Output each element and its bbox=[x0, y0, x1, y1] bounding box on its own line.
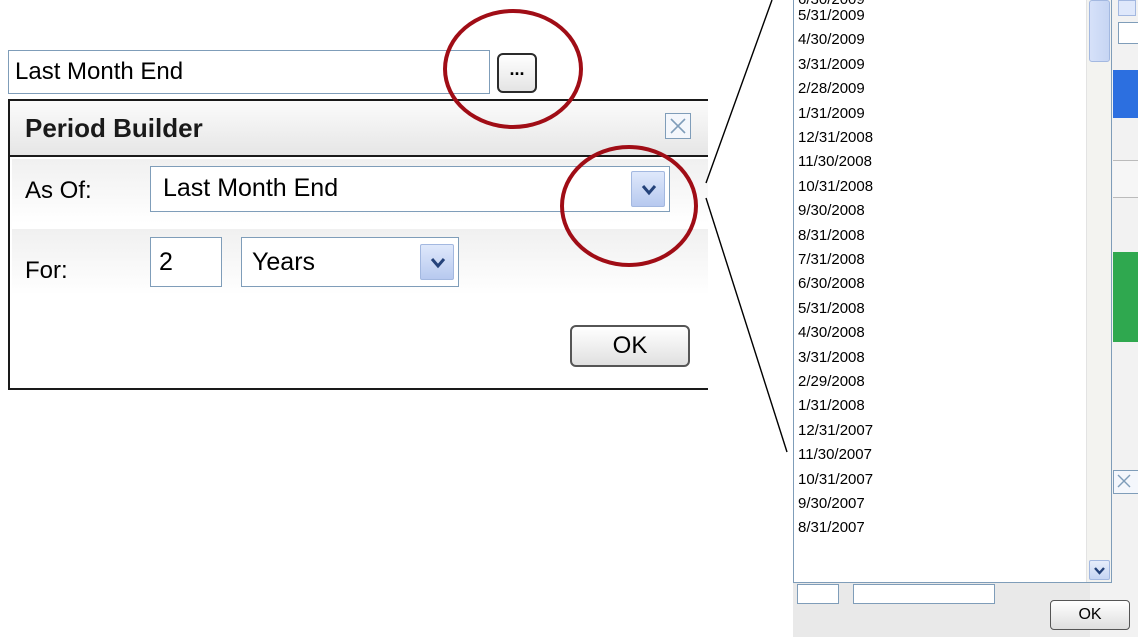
background-unit-select bbox=[853, 584, 995, 604]
list-item[interactable]: 10/31/2007 bbox=[798, 471, 873, 488]
close-icon[interactable] bbox=[665, 113, 691, 139]
list-item[interactable]: 1/31/2009 bbox=[798, 105, 865, 122]
background-number-input bbox=[797, 584, 839, 604]
list-scrollbar[interactable] bbox=[1086, 0, 1111, 582]
list-item[interactable]: 4/30/2008 bbox=[798, 324, 865, 341]
chevron-down-icon[interactable] bbox=[420, 244, 454, 280]
for-number-input[interactable]: 2 bbox=[150, 237, 222, 287]
list-item[interactable]: 8/31/2007 bbox=[798, 519, 865, 536]
highlight-circle-ellipsis bbox=[443, 9, 583, 129]
list-item[interactable]: 5/31/2008 bbox=[798, 300, 865, 317]
scroll-down-icon[interactable] bbox=[1089, 560, 1110, 580]
background-blue-bar bbox=[1113, 70, 1138, 118]
background-row bbox=[1113, 160, 1138, 198]
list-item[interactable]: 3/31/2008 bbox=[798, 349, 865, 366]
list-item[interactable]: 4/30/2009 bbox=[798, 31, 865, 48]
background-green-bar bbox=[1113, 252, 1138, 342]
list-item[interactable]: 5/31/2009 bbox=[798, 7, 865, 24]
list-item[interactable]: 12/31/2008 bbox=[798, 129, 873, 146]
list-item[interactable]: 7/31/2008 bbox=[798, 251, 865, 268]
list-item[interactable]: 2/28/2009 bbox=[798, 80, 865, 97]
for-unit-select[interactable]: Years bbox=[241, 237, 459, 287]
background-icon bbox=[1118, 0, 1136, 16]
period-input[interactable]: Last Month End bbox=[8, 50, 490, 94]
zoomed-dropdown-panel: 6/30/20095/31/20094/30/20093/31/20092/28… bbox=[793, 0, 1138, 637]
list-item[interactable]: 10/31/2008 bbox=[798, 178, 873, 195]
list-item[interactable]: 11/30/2008 bbox=[798, 153, 872, 170]
list-item[interactable]: 1/31/2008 bbox=[798, 397, 865, 414]
dialog-title: Period Builder bbox=[25, 113, 203, 143]
as-of-value: Last Month End bbox=[163, 174, 339, 202]
highlight-circle-dropdown bbox=[560, 145, 698, 267]
list-item[interactable]: 9/30/2008 bbox=[798, 202, 865, 219]
list-item[interactable]: 11/30/2007 bbox=[798, 446, 872, 463]
list-item[interactable]: 8/31/2008 bbox=[798, 227, 865, 244]
as-of-label: As Of: bbox=[25, 177, 92, 204]
list-item[interactable]: 6/30/2008 bbox=[798, 275, 865, 292]
zoom-ok-button[interactable]: OK bbox=[1050, 600, 1130, 630]
background-close-icon bbox=[1113, 470, 1138, 494]
for-label: For: bbox=[25, 257, 68, 284]
background-box bbox=[1118, 22, 1138, 44]
for-unit-value: Years bbox=[252, 248, 316, 276]
list-item[interactable]: 3/31/2009 bbox=[798, 56, 865, 73]
list-item[interactable]: 2/29/2008 bbox=[798, 373, 865, 390]
date-dropdown-list[interactable]: 6/30/20095/31/20094/30/20093/31/20092/28… bbox=[793, 0, 1112, 583]
list-item[interactable]: 9/30/2007 bbox=[798, 495, 865, 512]
list-item[interactable]: 12/31/2007 bbox=[798, 422, 873, 439]
scrollbar-thumb[interactable] bbox=[1089, 0, 1110, 62]
ok-button[interactable]: OK bbox=[570, 325, 690, 367]
